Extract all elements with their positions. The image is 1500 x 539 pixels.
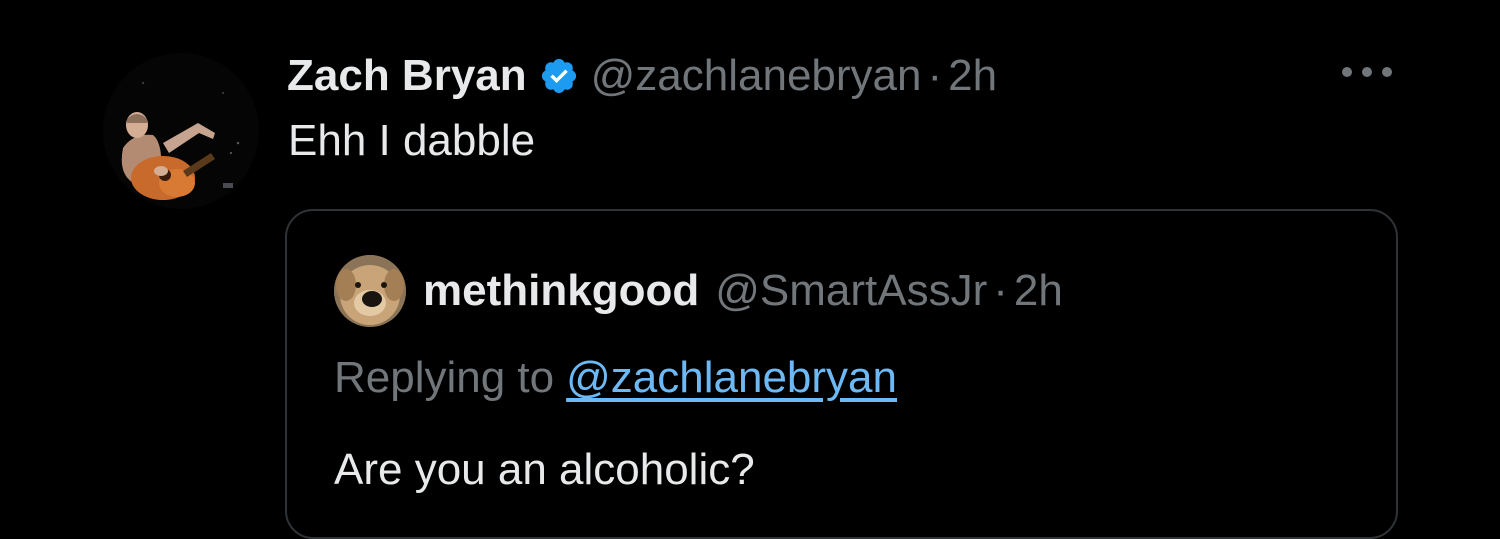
quoted-author-avatar[interactable] xyxy=(334,255,406,327)
quoted-tweet-timestamp[interactable]: 2h xyxy=(1014,266,1063,316)
author-display-name[interactable]: Zach Bryan xyxy=(287,51,527,101)
quoted-tweet-card[interactable]: methinkgood @SmartAssJr · 2h Replying to… xyxy=(285,209,1398,539)
tweet-header: Zach Bryan @zachlanebryan · 2h xyxy=(287,46,997,106)
guitarist-avatar-icon xyxy=(103,53,259,209)
more-options-button[interactable] xyxy=(1338,52,1396,92)
quoted-separator-dot: · xyxy=(993,266,1008,315)
quoted-tweet-header: methinkgood @SmartAssJr · 2h xyxy=(423,261,1063,321)
replying-to-line: Replying to @zachlanebryan xyxy=(334,353,897,403)
more-dots-icon xyxy=(1342,67,1392,77)
verified-badge-icon[interactable] xyxy=(539,56,579,96)
quoted-author-display-name[interactable]: methinkgood xyxy=(423,266,699,316)
tweet-timestamp[interactable]: 2h xyxy=(948,51,997,101)
replying-to-link[interactable]: @zachlanebryan xyxy=(566,353,897,402)
dog-avatar-icon xyxy=(334,255,406,327)
author-avatar[interactable] xyxy=(103,53,259,209)
author-handle[interactable]: @zachlanebryan xyxy=(591,51,922,101)
separator-dot: · xyxy=(927,51,943,100)
quoted-tweet-text: Are you an alcoholic? xyxy=(334,445,755,494)
quoted-author-handle[interactable]: @SmartAssJr xyxy=(715,266,987,316)
replying-to-label: Replying to xyxy=(334,353,555,402)
tweet[interactable]: Zach Bryan @zachlanebryan · 2h Ehh I dab… xyxy=(0,0,1500,539)
tweet-text: Ehh I dabble xyxy=(288,116,536,165)
